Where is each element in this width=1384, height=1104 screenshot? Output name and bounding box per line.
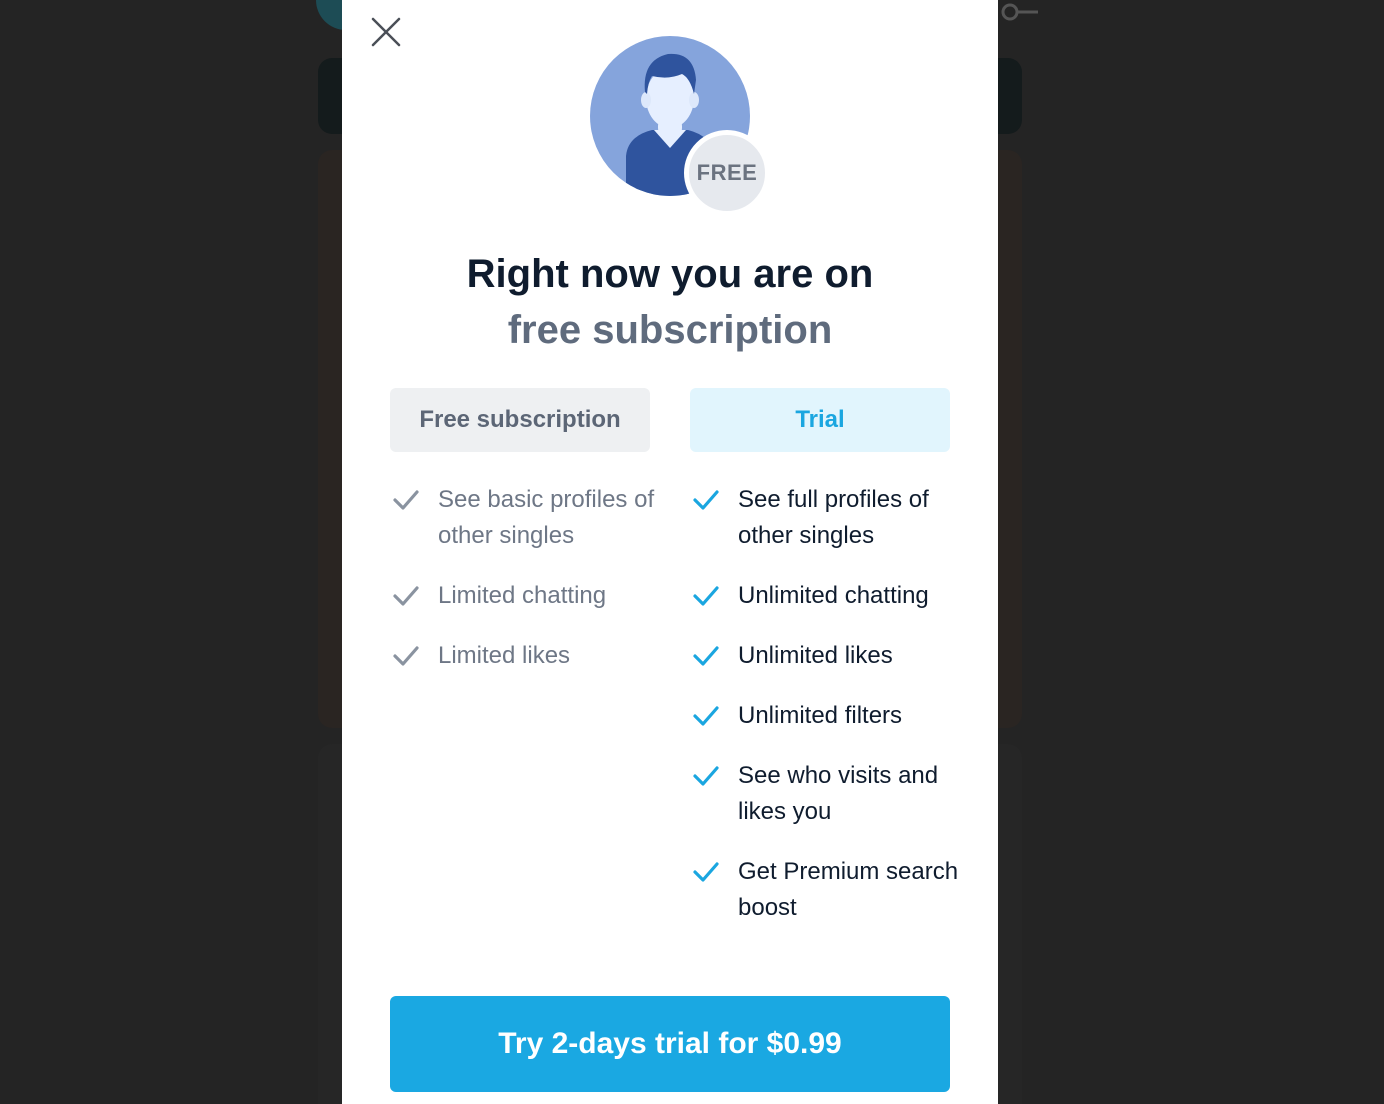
check-icon — [690, 578, 722, 614]
list-item: See full profiles of other singles — [690, 482, 960, 554]
feature-label: Unlimited chatting — [738, 582, 929, 609]
list-item: See basic profiles of other singles — [390, 482, 660, 554]
list-item: Unlimited likes — [690, 638, 960, 674]
check-icon — [690, 854, 722, 890]
list-item: Get Premium search boost — [690, 854, 960, 926]
check-icon — [690, 698, 722, 734]
feature-label: See full profiles of other singles — [738, 486, 929, 549]
list-item: Limited chatting — [390, 578, 660, 614]
list-item: See who visits and likes you — [690, 758, 960, 830]
free-feature-list: See basic profiles of other singles Limi… — [390, 482, 660, 698]
feature-label: Limited likes — [438, 642, 571, 669]
headline-line1: Right now you are on — [466, 252, 874, 296]
feature-label: See who visits and likes you — [738, 762, 939, 825]
plan-avatar: FREE — [590, 36, 772, 218]
tab-free-subscription[interactable]: Free subscription — [390, 388, 650, 452]
headline-line2: free subscription — [507, 308, 833, 352]
close-button[interactable] — [368, 14, 404, 50]
feature-label: Unlimited filters — [738, 702, 903, 729]
check-icon — [690, 638, 722, 674]
feature-label: Unlimited likes — [738, 642, 893, 669]
tab-trial[interactable]: Trial — [690, 388, 950, 452]
check-icon — [690, 758, 722, 794]
feature-label: Get Premium search boost — [738, 858, 959, 921]
check-icon — [690, 482, 722, 518]
free-badge: FREE — [684, 130, 770, 216]
trial-feature-list: See full profiles of other singles Unlim… — [690, 482, 960, 950]
check-icon — [390, 638, 422, 674]
check-icon — [390, 578, 422, 614]
close-icon[interactable] — [368, 14, 404, 50]
try-trial-button[interactable]: Try 2-days trial for $0.99 — [390, 996, 950, 1092]
list-item: Unlimited filters — [690, 698, 960, 734]
background-key-icon — [1001, 3, 1038, 21]
list-item: Unlimited chatting — [690, 578, 960, 614]
page-title: Right now you are on free subscription — [342, 246, 998, 358]
feature-label: Limited chatting — [438, 582, 607, 609]
feature-label: See basic profiles of other singles — [438, 486, 655, 549]
list-item: Limited likes — [390, 638, 660, 674]
check-icon — [390, 482, 422, 518]
